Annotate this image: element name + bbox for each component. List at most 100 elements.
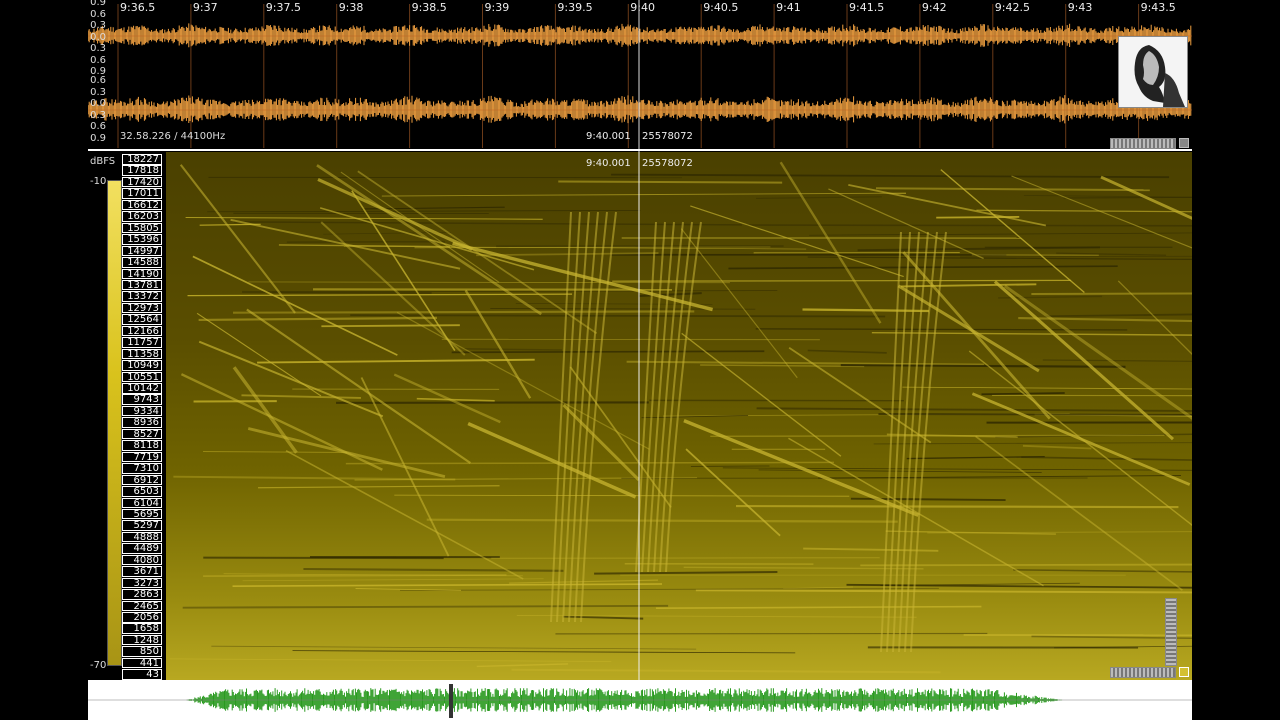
frequency-label: 12973 [122, 302, 162, 314]
harmonic-line [207, 210, 641, 213]
harmonic-line [683, 566, 924, 570]
harmonic-line [203, 451, 347, 453]
frequency-label: 16612 [122, 199, 162, 211]
frequency-label: 10551 [122, 371, 162, 383]
top-amp-label: 0.3 [90, 43, 106, 54]
harmonic-line [900, 283, 1037, 288]
spectrogram-panel[interactable]: dBFS -10 -70 18227 17818 17420 17011 16612 16… [88, 152, 1192, 680]
frequency-label: 2863 [122, 589, 162, 600]
harmonic-line [971, 254, 1099, 256]
frequency-label: 9334 [122, 405, 162, 417]
bottom-amp-label: 0.6 [90, 121, 106, 133]
position-info: 32.58.226 / 44100Hz [120, 131, 226, 142]
frequency-label: 2056 [122, 612, 162, 623]
time-label: 9:37.5 [265, 1, 301, 14]
harmonic-line [1042, 359, 1192, 362]
harmonic-line [1018, 317, 1192, 323]
harmonic-line [1063, 196, 1192, 199]
frequency-label: 11358 [122, 348, 162, 360]
dbfs-label: dBFS [90, 156, 116, 167]
harmonic-line [185, 217, 543, 220]
spec-cursor-time-label: 9:40.001 [586, 158, 631, 169]
harmonic-line [611, 173, 1170, 179]
frequency-label: 10949 [122, 360, 162, 371]
harmonic-line [303, 567, 564, 572]
harmonic-line [755, 328, 1128, 331]
frequency-label: 12166 [122, 325, 162, 337]
frequency-label: 9743 [122, 394, 162, 405]
frequency-label: 14190 [122, 268, 162, 279]
frequency-label: 8527 [122, 428, 162, 440]
frequency-label: 850 [122, 646, 162, 657]
frequency-sweep [396, 311, 650, 450]
harmonic-line [1045, 313, 1192, 318]
frequency-label: 43 [122, 669, 162, 680]
top-amp-label: 0.3 [90, 20, 106, 31]
harmonic-line [655, 605, 982, 610]
harmonic-line [840, 364, 1126, 368]
time-label: 9:36.5 [120, 1, 156, 14]
frequency-label: 16203 [122, 211, 162, 222]
harmonic-line [857, 246, 1100, 252]
frequency-label: 15396 [122, 234, 162, 245]
harmonic-line [242, 578, 544, 582]
frequency-label: 2465 [122, 600, 162, 612]
frequency-scale: 18227 17818 17420 17011 16612 16203 15805 15396… [122, 152, 166, 680]
harmonic-line [345, 461, 835, 465]
frequency-label: 17818 [122, 165, 162, 176]
harmonic-line [476, 663, 569, 668]
spec-cursor-sample-label: 25578072 [642, 158, 693, 169]
frequency-sweep [285, 449, 524, 580]
frequency-label: 4080 [122, 554, 162, 566]
waveform-zoom-button[interactable] [1179, 138, 1189, 148]
spectrogram-zoom-scrollbar[interactable] [1110, 667, 1176, 678]
frequency-sweep [464, 289, 532, 399]
frequency-label: 10142 [122, 383, 162, 394]
frequency-sweep [828, 188, 984, 260]
spectrogram-zoom-button[interactable] [1179, 667, 1189, 677]
frequency-sweep [192, 255, 398, 356]
harmonic-line [182, 604, 669, 609]
frequency-label: 11757 [122, 337, 162, 348]
frequency-label: 6503 [122, 486, 162, 497]
frequency-label: 1658 [122, 623, 162, 634]
harmonic-line [1023, 195, 1192, 198]
waveform-zoom-scrollbar[interactable] [1110, 138, 1176, 149]
overview-position-marker[interactable] [449, 684, 453, 718]
time-label: 9:43 [1067, 1, 1093, 14]
harmonic-line [1022, 444, 1092, 450]
frequency-label: 7310 [122, 463, 162, 474]
frequency-label: 8118 [122, 440, 162, 451]
harmonic-line [728, 265, 1118, 270]
frequency-sweep [971, 392, 1191, 486]
harmonic-line [258, 485, 500, 489]
waveform-graph[interactable] [88, 0, 1192, 152]
harmonic-line [809, 232, 1192, 236]
frequency-label: 3273 [122, 577, 162, 589]
time-label: 9:39 [484, 1, 510, 14]
frequency-label: 13372 [122, 291, 162, 302]
frequency-sweep [180, 373, 383, 471]
db-top-label: -10 [90, 176, 107, 187]
waveform-panel[interactable]: 0.9 0.6 0.3 0.0 0.3 0.6 0.9 0.6 0.3 0.0 0.3 0.6 0.9… [88, 0, 1192, 152]
harmonic-line [746, 224, 1192, 227]
frequency-sweep [848, 183, 1047, 227]
frequency-label: 5297 [122, 520, 162, 531]
frequency-label: 13781 [122, 279, 162, 291]
frequency-label: 17420 [122, 176, 162, 188]
face-image-icon [1119, 37, 1187, 107]
bottom-amp-label: 0.3 [90, 86, 106, 98]
harmonic-line [198, 316, 437, 322]
harmonic-line [1013, 569, 1192, 573]
overview-waveform[interactable] [88, 680, 1192, 720]
harmonic-line [490, 308, 756, 310]
overview-graph[interactable] [88, 680, 1192, 720]
harmonic-line [695, 589, 1192, 594]
frequency-sweep [232, 366, 298, 454]
time-label: 9:41 [776, 1, 801, 14]
frequency-zoom-scrollbar[interactable] [1165, 598, 1177, 666]
harmonic-line [211, 645, 697, 650]
time-label: 9:42 [921, 1, 947, 14]
time-label: 9:39.5 [557, 1, 593, 14]
harmonic-line [626, 360, 984, 366]
